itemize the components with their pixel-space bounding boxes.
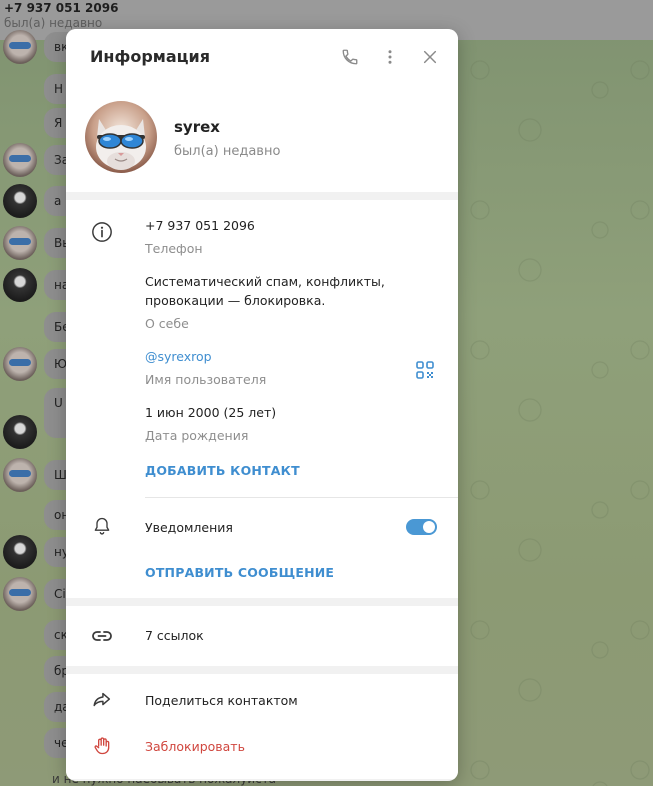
cat-sunglasses-avatar-icon [85, 101, 157, 173]
link-icon-wrapper [90, 624, 114, 648]
close-button[interactable] [419, 46, 441, 68]
chat-avatar [3, 535, 37, 569]
block-user-label: Заблокировать [145, 739, 245, 754]
chat-avatar [3, 184, 37, 218]
profile-avatar[interactable] [85, 101, 157, 173]
info-icon-wrapper [90, 220, 114, 244]
profile-name: syrex [174, 118, 220, 136]
send-message-button[interactable]: ОТПРАВИТЬ СООБЩЕНИЕ [145, 565, 334, 580]
chat-avatar [3, 577, 37, 611]
chat-avatar [3, 415, 37, 449]
info-icon [92, 222, 112, 242]
profile-status: был(а) недавно [174, 144, 281, 159]
share-icon-wrapper [90, 688, 114, 712]
notifications-toggle[interactable] [406, 519, 437, 535]
profile-header-section: Информация syrex был(а) недавно [66, 29, 458, 192]
divider [145, 497, 458, 498]
shared-links-row[interactable]: 7 ссылок [66, 606, 458, 666]
chat-avatar [3, 268, 37, 302]
chat-avatar [3, 347, 37, 381]
links-count: 7 ссылок [145, 628, 204, 643]
username-label: Имя пользователя [145, 372, 267, 387]
bio-line-2: провокации — блокировка. [145, 293, 326, 308]
bio-line-1: Систематический спам, конфликты, [145, 274, 385, 289]
add-contact-button[interactable]: ДОБАВИТЬ КОНТАКТ [145, 463, 300, 478]
dialog-title: Информация [90, 47, 210, 66]
hand-stop-icon [94, 737, 110, 755]
notifications-label: Уведомления [145, 520, 233, 535]
info-section: +7 937 051 2096 Телефон Систематический … [66, 200, 458, 598]
user-info-dialog: Информация syrex был(а) недавно +7 937 0… [66, 29, 458, 781]
chat-avatar [3, 143, 37, 177]
chat-header-phone: +7 937 051 2096 [4, 1, 119, 15]
phone-label: Телефон [145, 241, 203, 256]
call-button[interactable] [339, 46, 361, 68]
close-icon [423, 50, 437, 64]
birthday-value: 1 июн 2000 (25 лет) [145, 405, 277, 420]
share-arrow-icon [93, 692, 111, 707]
qr-code-button[interactable] [415, 360, 435, 380]
link-icon [92, 631, 112, 641]
actions-section: Поделиться контактом Заблокировать [66, 674, 458, 779]
bell-icon [94, 517, 110, 535]
chat-avatar [3, 458, 37, 492]
block-icon-wrapper [90, 734, 114, 758]
share-contact-label: Поделиться контактом [145, 693, 298, 708]
chat-avatar [3, 226, 37, 260]
birthday-label: Дата рождения [145, 428, 249, 443]
phone-number[interactable]: +7 937 051 2096 [145, 216, 255, 235]
chat-wallpaper-pattern [460, 40, 653, 786]
more-vertical-icon [388, 50, 392, 64]
chat-avatar [3, 30, 37, 64]
more-options-button[interactable] [379, 46, 401, 68]
username-link[interactable]: @syrexrop [145, 347, 212, 366]
phone-icon [342, 49, 358, 65]
bio-label: О себе [145, 316, 189, 331]
toggle-knob [423, 521, 435, 533]
qr-code-icon [416, 361, 434, 379]
bell-icon-wrapper [90, 514, 114, 538]
